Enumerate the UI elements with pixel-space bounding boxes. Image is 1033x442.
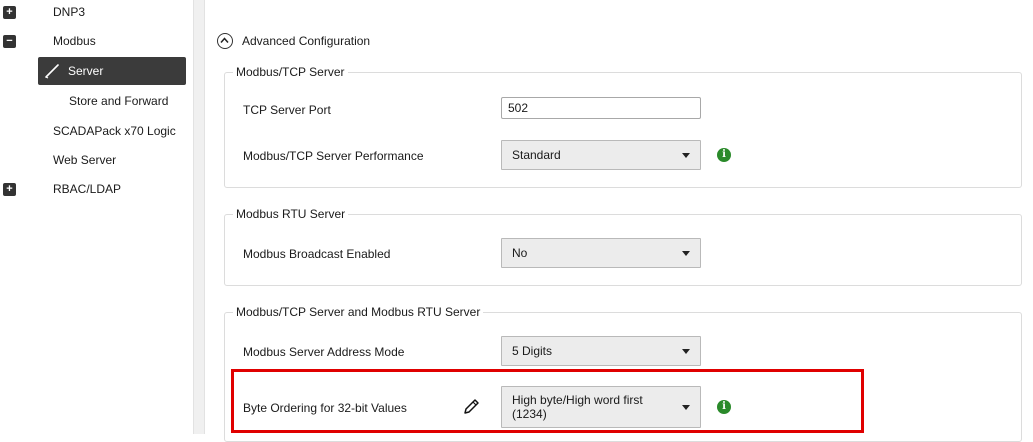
tree-item-store-and-forward[interactable]: Store and Forward bbox=[16, 89, 186, 113]
tree-item-label: RBAC/LDAP bbox=[53, 182, 122, 196]
tree-item-label: Store and Forward bbox=[69, 94, 169, 108]
collapse-section-button[interactable] bbox=[217, 33, 233, 49]
splitter[interactable] bbox=[193, 0, 205, 434]
sidebar-tree: + DNP3 − Modbus Server Store and Forward… bbox=[0, 0, 193, 434]
tree-item-rbac-ldap[interactable]: + RBAC/LDAP bbox=[0, 177, 190, 201]
tree-item-scadapack-logic[interactable]: SCADAPack x70 Logic bbox=[0, 119, 190, 143]
tree-item-server[interactable]: Server bbox=[38, 57, 186, 85]
chevron-up-icon bbox=[220, 37, 229, 43]
main-panel: Advanced Configuration Modbus/TCP Server… bbox=[205, 0, 1033, 442]
tree-item-label: DNP3 bbox=[53, 5, 86, 19]
section-title: Advanced Configuration bbox=[242, 34, 371, 48]
tree-item-label: SCADAPack x70 Logic bbox=[53, 124, 176, 138]
dropdown-arrow-icon bbox=[682, 153, 690, 158]
tree-item-label: Modbus bbox=[53, 34, 96, 48]
broadcast-enabled-select[interactable]: No bbox=[501, 238, 701, 268]
select-value: Standard bbox=[512, 148, 561, 162]
tree-item-dnp3[interactable]: + DNP3 bbox=[0, 0, 190, 24]
select-value: No bbox=[512, 246, 528, 260]
group-title: Modbus/TCP Server bbox=[233, 64, 348, 80]
expand-icon[interactable]: + bbox=[3, 183, 16, 196]
field-label-tcp-server-port: TCP Server Port bbox=[243, 103, 331, 117]
select-value: 5 Digits bbox=[512, 344, 553, 358]
highlight-box bbox=[231, 369, 864, 433]
address-mode-select[interactable]: 5 Digits bbox=[501, 336, 701, 366]
pencil-icon bbox=[45, 64, 59, 79]
tree-item-web-server[interactable]: Web Server bbox=[0, 148, 190, 172]
group-title: Modbus RTU Server bbox=[233, 206, 349, 222]
field-label-broadcast-enabled: Modbus Broadcast Enabled bbox=[243, 247, 391, 261]
tree-item-label: Web Server bbox=[53, 153, 117, 167]
group-title: Modbus/TCP Server and Modbus RTU Server bbox=[233, 304, 484, 320]
tcp-server-performance-select[interactable]: Standard bbox=[501, 140, 701, 170]
dropdown-arrow-icon bbox=[682, 349, 690, 354]
dropdown-arrow-icon bbox=[682, 251, 690, 256]
group-modbus-rtu-server: Modbus RTU Server Modbus Broadcast Enabl… bbox=[224, 206, 1022, 286]
tree-item-modbus[interactable]: − Modbus bbox=[0, 29, 190, 53]
tcp-server-port-input[interactable] bbox=[501, 97, 701, 119]
group-modbus-tcp-server: Modbus/TCP Server TCP Server Port Modbus… bbox=[224, 64, 1022, 188]
expand-icon[interactable]: + bbox=[3, 6, 16, 19]
collapse-icon[interactable]: − bbox=[3, 35, 16, 48]
info-icon[interactable]: i bbox=[717, 148, 731, 162]
field-label-address-mode: Modbus Server Address Mode bbox=[243, 345, 405, 359]
tree-item-label: Server bbox=[68, 64, 104, 78]
field-label-tcp-server-performance: Modbus/TCP Server Performance bbox=[243, 149, 424, 163]
